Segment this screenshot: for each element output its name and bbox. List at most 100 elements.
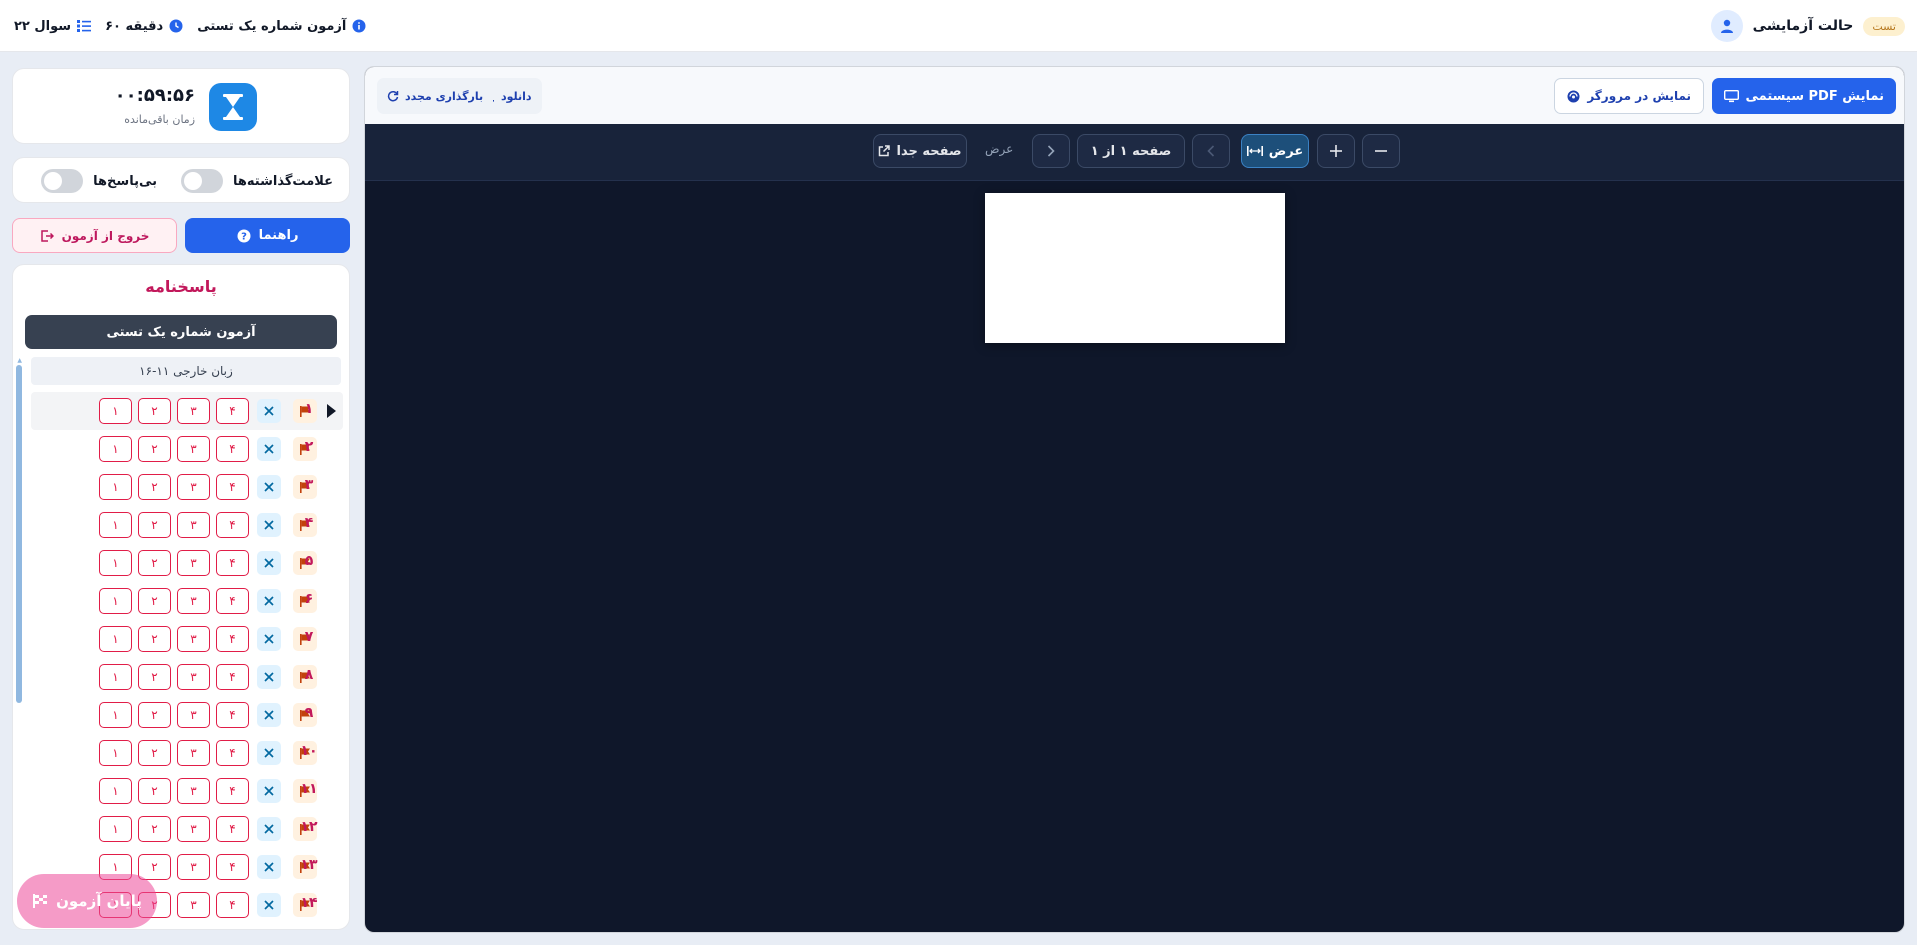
answer-option-button[interactable]: ۱ <box>99 702 132 728</box>
answer-option-button[interactable]: ۳ <box>177 550 210 576</box>
answer-option-button[interactable]: ۲ <box>138 702 171 728</box>
finish-exam-label: پایان آزمون <box>56 892 142 910</box>
answer-option-button[interactable]: ۴ <box>216 626 249 652</box>
finish-exam-button[interactable]: پایان آزمون <box>17 874 157 928</box>
close-icon <box>264 482 274 492</box>
mode-label: حالت آزمایشی <box>1752 18 1854 34</box>
answer-option-button[interactable]: ۲ <box>138 512 171 538</box>
answer-option-button[interactable]: ۱ <box>99 778 132 804</box>
clear-answer-button[interactable] <box>257 741 281 765</box>
answer-option-button[interactable]: ۲ <box>138 854 171 880</box>
answer-option-button[interactable]: ۱ <box>99 816 132 842</box>
answer-option-button[interactable]: ۴ <box>216 550 249 576</box>
clear-answer-button[interactable] <box>257 513 281 537</box>
guide-button[interactable]: ? راهنما <box>185 218 350 253</box>
answer-option-button[interactable]: ۲ <box>138 626 171 652</box>
marked-toggle[interactable] <box>181 169 224 193</box>
question-number: ۵ <box>304 553 314 569</box>
clear-answer-button[interactable] <box>257 855 281 879</box>
zoom-out-button[interactable] <box>1362 134 1400 168</box>
answer-option-button[interactable]: ۱ <box>99 436 132 462</box>
answer-option-button[interactable]: ۲ <box>138 740 171 766</box>
answer-option-button[interactable]: ۴ <box>216 892 249 918</box>
pdf-page-canvas[interactable] <box>985 193 1285 343</box>
answer-option-button[interactable]: ۱ <box>99 474 132 500</box>
answer-option-button[interactable]: ۲ <box>138 816 171 842</box>
unanswered-toggle[interactable] <box>41 169 84 193</box>
answer-option-button[interactable]: ۳ <box>177 436 210 462</box>
clear-answer-button[interactable] <box>257 893 281 917</box>
answer-option-button[interactable]: ۴ <box>216 816 249 842</box>
answer-option-button[interactable]: ۴ <box>216 740 249 766</box>
answer-option-button[interactable]: ۴ <box>216 398 249 424</box>
answer-option-button[interactable]: ۳ <box>177 474 210 500</box>
user-avatar[interactable] <box>1710 10 1743 42</box>
scrollbar-thumb[interactable] <box>16 365 22 703</box>
answer-option-button[interactable]: ۳ <box>177 664 210 690</box>
answer-option-button[interactable]: ۱ <box>99 626 132 652</box>
clear-answer-button[interactable] <box>257 779 281 803</box>
zoom-in-button[interactable] <box>1317 134 1355 168</box>
answer-option-button[interactable]: ۳ <box>177 854 210 880</box>
answer-option-button[interactable]: ۱ <box>99 740 132 766</box>
exit-exam-button[interactable]: خروج از آزمون <box>12 218 177 253</box>
answer-option-button[interactable]: ۳ <box>177 588 210 614</box>
page-indicator[interactable]: صفحه ۱ از ۱ <box>1077 134 1185 168</box>
answer-option-button[interactable]: ۲ <box>138 398 171 424</box>
question-count-item: ۲۲ سوال <box>14 19 92 34</box>
answer-option-button[interactable]: ۳ <box>177 778 210 804</box>
answer-option-button[interactable]: ۱ <box>99 588 132 614</box>
hourglass-icon <box>209 83 257 131</box>
answer-option-button[interactable]: ۴ <box>216 664 249 690</box>
answer-option-button[interactable]: ۳ <box>177 702 210 728</box>
answer-option-button[interactable]: ۱ <box>99 398 132 424</box>
answer-option-button[interactable]: ۴ <box>216 588 249 614</box>
unanswered-filter: بی‌پاسخ‌ها <box>41 169 157 193</box>
answer-option-button[interactable]: ۴ <box>216 702 249 728</box>
system-pdf-button[interactable]: نمایش PDF سیستمی <box>1711 78 1896 114</box>
answer-option-button[interactable]: ۴ <box>216 854 249 880</box>
answer-option-button[interactable]: ۱ <box>99 550 132 576</box>
answer-option-button[interactable]: ۳ <box>177 816 210 842</box>
reload-label: بارگذاری مجدد <box>405 89 484 103</box>
answer-option-button[interactable]: ۴ <box>216 778 249 804</box>
clear-answer-button[interactable] <box>257 475 281 499</box>
answer-option-button[interactable]: ۲ <box>138 664 171 690</box>
answer-option-button[interactable]: ۲ <box>138 474 171 500</box>
answer-option-button[interactable]: ۴ <box>216 474 249 500</box>
answer-option-button[interactable]: ۲ <box>138 550 171 576</box>
reload-button[interactable]: بارگذاری مجدد <box>377 78 494 114</box>
question-row: ۴۳۲۱ ۸ <box>31 658 343 696</box>
answer-option-button[interactable]: ۴ <box>216 512 249 538</box>
fit-width-button[interactable]: عرض <box>1241 134 1309 168</box>
answer-option-button[interactable]: ۲ <box>138 778 171 804</box>
clear-answer-button[interactable] <box>257 627 281 651</box>
answer-option-button[interactable]: ۲ <box>138 588 171 614</box>
answer-option-button[interactable]: ۳ <box>177 626 210 652</box>
clear-answer-button[interactable] <box>257 817 281 841</box>
clear-answer-button[interactable] <box>257 437 281 461</box>
open-in-browser-button[interactable]: نمایش در مرورگر <box>1554 78 1704 114</box>
answer-option-button[interactable]: ۱ <box>99 512 132 538</box>
answer-option-button[interactable]: ۲ <box>138 436 171 462</box>
list-icon <box>77 20 92 32</box>
answer-option-button[interactable]: ۳ <box>177 740 210 766</box>
previous-page-button[interactable] <box>1192 134 1230 168</box>
answer-option-button[interactable]: ۳ <box>177 512 210 538</box>
clear-answer-button[interactable] <box>257 703 281 727</box>
clear-answer-button[interactable] <box>257 589 281 613</box>
clear-answer-button[interactable] <box>257 551 281 575</box>
question-row: ۴۳۲۱۱ <box>31 392 343 430</box>
answer-option-button[interactable]: ۱ <box>99 664 132 690</box>
answer-sheet-scrollbar[interactable]: ▲ <box>16 358 22 909</box>
svg-text:?: ? <box>241 231 247 242</box>
answer-option-button[interactable]: ۴ <box>216 436 249 462</box>
open-in-browser-label: نمایش در مرورگر <box>1587 89 1691 103</box>
pdf-viewer: نمایش PDF سیستمی نمایش در مرورگر دانلود … <box>364 66 1905 933</box>
next-page-button[interactable] <box>1032 134 1070 168</box>
separate-page-button[interactable]: صفحه جدا <box>873 134 967 168</box>
answer-option-button[interactable]: ۳ <box>177 398 210 424</box>
answer-option-button[interactable]: ۳ <box>177 892 210 918</box>
clear-answer-button[interactable] <box>257 399 281 423</box>
clear-answer-button[interactable] <box>257 665 281 689</box>
